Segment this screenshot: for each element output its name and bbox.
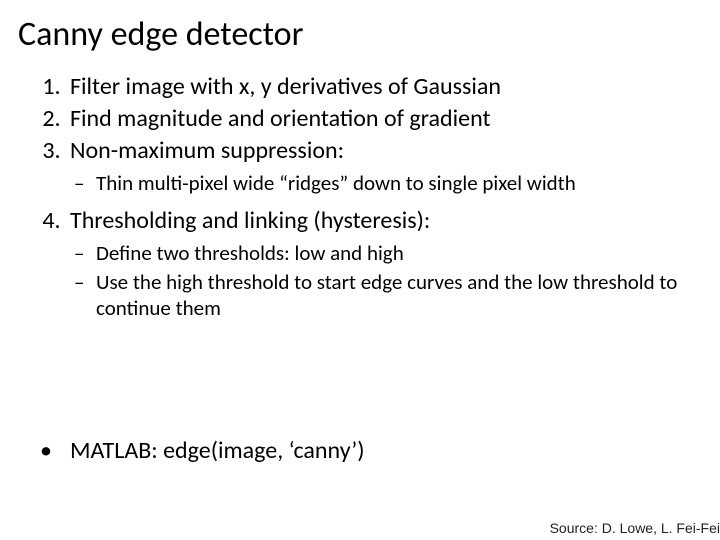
item-2: Find magnitude and orientation of gradie… [66, 104, 700, 134]
slide-body: Filter image with x, y derivatives of Ga… [30, 72, 700, 331]
item-4: Thresholding and linking (hysteresis): D… [66, 206, 700, 321]
item-4-sublist: Define two thresholds: low and high Use … [70, 240, 700, 321]
item-1: Filter image with x, y derivatives of Ga… [66, 72, 700, 102]
item-3: Non-maximum suppression: Thin multi-pixe… [66, 136, 700, 196]
matlab-note: •MATLAB: edge(image, ‘canny’) [40, 436, 690, 465]
main-list: Filter image with x, y derivatives of Ga… [30, 72, 700, 321]
bullet-dot-icon: • [40, 436, 70, 465]
item-4-sub-2: Use the high threshold to start edge cur… [96, 269, 700, 322]
item-3-sub-1: Thin multi-pixel wide “ridges” down to s… [96, 170, 700, 196]
slide: Canny edge detector Filter image with x,… [0, 0, 720, 540]
slide-title: Canny edge detector [18, 14, 303, 55]
item-3-sublist: Thin multi-pixel wide “ridges” down to s… [70, 170, 700, 196]
item-4-sub-1: Define two thresholds: low and high [96, 240, 700, 266]
matlab-text: MATLAB: edge(image, ‘canny’) [70, 436, 365, 465]
source-credit: Source: D. Lowe, L. Fei-Fei [550, 520, 720, 536]
item-3-text: Non-maximum suppression: [70, 136, 344, 165]
item-4-text: Thresholding and linking (hysteresis): [70, 206, 430, 235]
